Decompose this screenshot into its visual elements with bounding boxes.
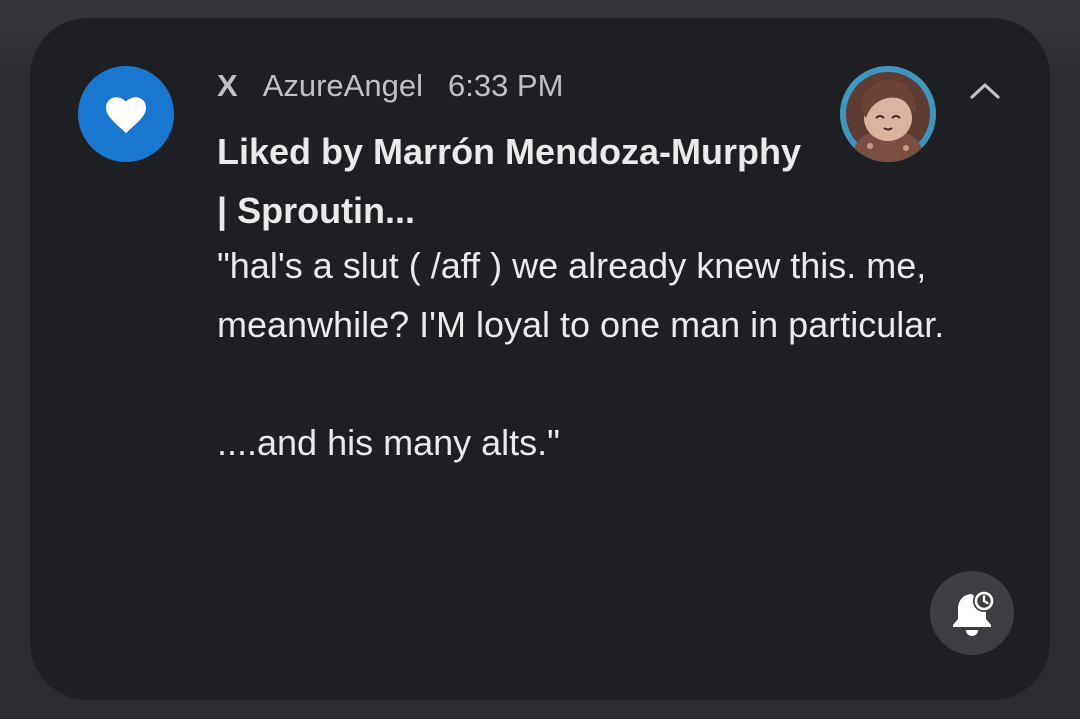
chevron-up-icon [970, 83, 1000, 99]
sender-name: AzureAngel [262, 68, 423, 103]
avatar [840, 66, 936, 162]
notification-title: Liked by Marrón Mendoza-Murphy | Sprouti… [217, 131, 802, 231]
collapse-button[interactable] [963, 68, 1007, 112]
snooze-button[interactable] [930, 571, 1014, 655]
app-name: X [217, 68, 238, 103]
screen: X AzureAngel 6:33 PM Liked by Marrón Men… [0, 0, 1080, 719]
app-icon [78, 66, 174, 162]
notification-header: X AzureAngel 6:33 PM [217, 64, 563, 108]
user-avatar-image [840, 66, 936, 162]
timestamp: 6:33 PM [447, 68, 564, 103]
notification-message: "hal's a slut ( /aff ) we already knew t… [217, 245, 945, 463]
heart-icon [106, 97, 146, 134]
notification-card[interactable]: X AzureAngel 6:33 PM Liked by Marrón Men… [30, 18, 1050, 700]
bell-snooze-icon [953, 590, 995, 636]
